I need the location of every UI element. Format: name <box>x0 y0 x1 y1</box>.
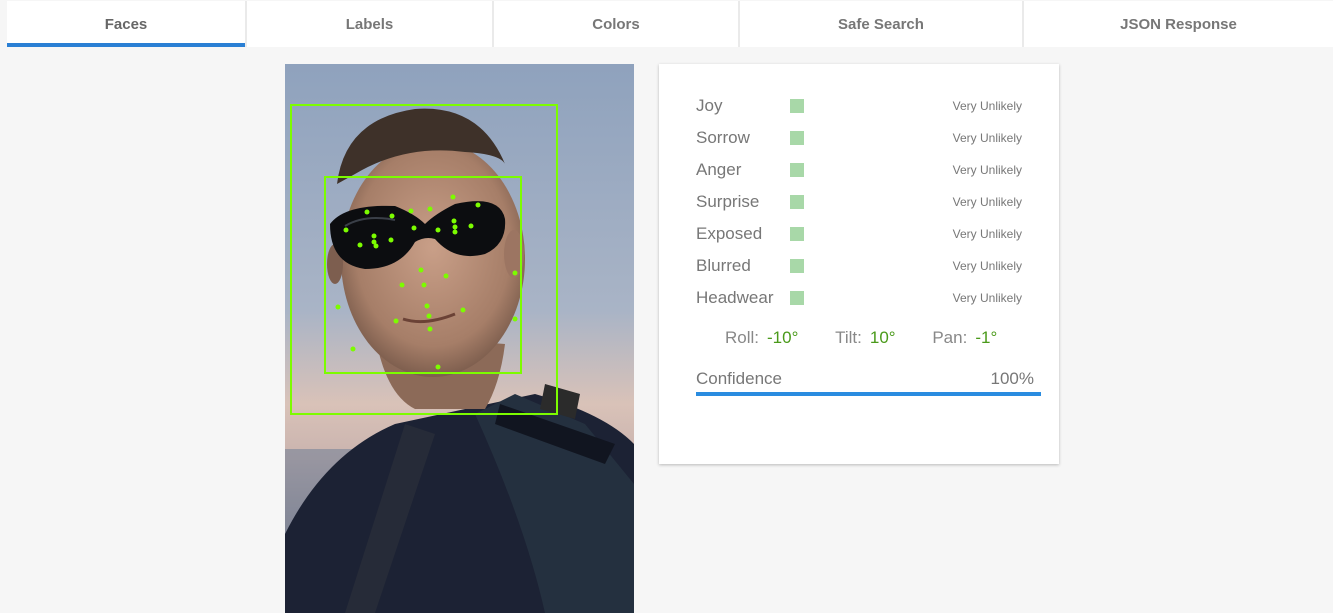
attribute-label: Sorrow <box>696 128 750 147</box>
attribute-label: Surprise <box>696 192 760 211</box>
likelihood-value: Very Unlikely <box>952 99 1022 113</box>
photo-canvas <box>285 64 634 613</box>
tab-bar: Faces Labels Colors Safe Search JSON Res… <box>7 1 1333 47</box>
attribute-label: Headwear <box>696 288 774 307</box>
confidence-label: Confidence <box>696 369 783 388</box>
tab-safe-search[interactable]: Safe Search <box>740 1 1024 47</box>
roll-value: -10° <box>767 328 799 347</box>
likelihood-indicator <box>790 195 804 209</box>
roll-label: Roll: <box>725 328 760 347</box>
attribute-row-anger: Anger Very Unlikely <box>696 158 1036 182</box>
likelihood-indicator <box>790 163 804 177</box>
likelihood-indicator <box>790 99 804 113</box>
face-details-card: Joy Very Unlikely Sorrow Very Unlikely A… <box>659 64 1059 464</box>
attribute-row-headwear: Headwear Very Unlikely <box>696 286 1036 310</box>
likelihood-indicator <box>790 131 804 145</box>
attribute-label: Anger <box>696 160 742 179</box>
attribute-row-blurred: Blurred Very Unlikely <box>696 254 1036 278</box>
likelihood-value: Very Unlikely <box>952 131 1022 145</box>
likelihood-indicator <box>790 259 804 273</box>
attribute-row-surprise: Surprise Very Unlikely <box>696 190 1036 214</box>
tab-json-response[interactable]: JSON Response <box>1024 1 1333 47</box>
likelihood-value: Very Unlikely <box>952 227 1022 241</box>
pan-label: Pan: <box>932 328 968 347</box>
attribute-row-joy: Joy Very Unlikely <box>696 94 1036 118</box>
analyzed-photo <box>285 64 634 613</box>
attribute-row-sorrow: Sorrow Very Unlikely <box>696 126 1036 150</box>
attribute-row-exposed: Exposed Very Unlikely <box>696 222 1036 246</box>
likelihood-indicator <box>790 291 804 305</box>
likelihood-indicator <box>790 227 804 241</box>
confidence-value: 100% <box>990 369 1034 388</box>
attribute-label: Exposed <box>696 224 763 243</box>
tilt-label: Tilt: <box>835 328 862 347</box>
tab-colors[interactable]: Colors <box>494 1 740 47</box>
likelihood-value: Very Unlikely <box>952 259 1022 273</box>
likelihood-value: Very Unlikely <box>952 195 1022 209</box>
tab-labels[interactable]: Labels <box>247 1 494 47</box>
attribute-label: Joy <box>696 96 723 115</box>
tab-faces[interactable]: Faces <box>7 1 247 47</box>
attribute-label: Blurred <box>696 256 751 275</box>
tilt-value: 10° <box>869 328 896 347</box>
pan-value: -1° <box>975 328 998 347</box>
confidence-bar <box>696 392 1041 396</box>
face-angles: Roll: -10° Tilt: 10° Pan: -1° <box>725 328 997 348</box>
likelihood-value: Very Unlikely <box>952 163 1022 177</box>
likelihood-value: Very Unlikely <box>952 291 1022 305</box>
